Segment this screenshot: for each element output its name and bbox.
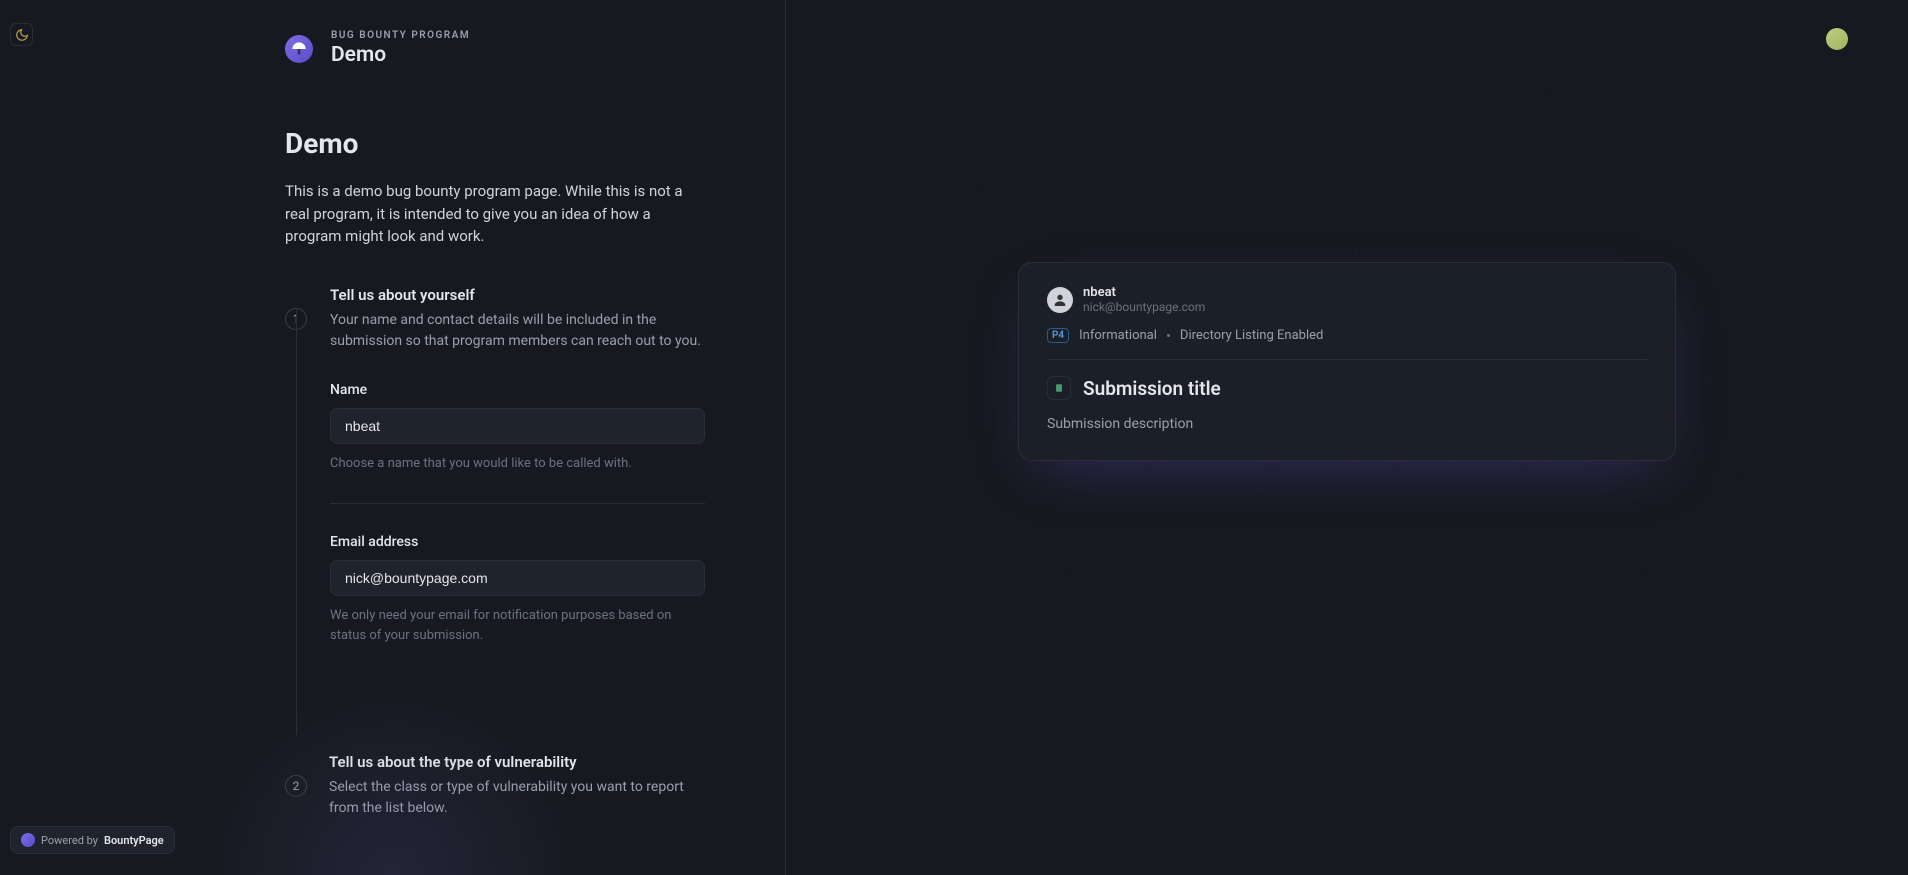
program-eyebrow: BUG BOUNTY PROGRAM	[331, 30, 470, 41]
step-2: 2 Tell us about the type of vulnerabilit…	[285, 775, 705, 849]
email-label: Email address	[330, 534, 705, 550]
preview-meta-row: P4 Informational Directory Listing Enabl…	[1047, 328, 1647, 343]
bountypage-logo-icon	[21, 833, 35, 847]
email-input[interactable]	[330, 560, 705, 596]
page-description: This is a demo bug bounty program page. …	[285, 180, 705, 248]
priority-label: Informational	[1079, 328, 1157, 343]
listing-status: Directory Listing Enabled	[1180, 328, 1323, 343]
step-1-description: Your name and contact details will be in…	[330, 310, 705, 352]
document-icon	[1047, 376, 1071, 400]
name-label: Name	[330, 382, 705, 398]
step-1-title: Tell us about yourself	[330, 286, 705, 304]
preview-title: Submission title	[1083, 377, 1221, 400]
program-logo-icon	[285, 35, 313, 63]
preview-title-row: Submission title	[1047, 376, 1647, 400]
step-1: 1 Tell us about yourself Your name and c…	[285, 308, 705, 736]
page-title: Demo	[285, 127, 705, 160]
preview-description: Submission description	[1047, 416, 1647, 432]
name-field-group: Name Choose a name that you would like t…	[330, 382, 705, 474]
step-2-title: Tell us about the type of vulnerability	[329, 753, 705, 771]
step-2-description: Select the class or type of vulnerabilit…	[329, 777, 705, 819]
preview-user-email: nick@bountypage.com	[1083, 300, 1205, 314]
separator-dot	[1167, 334, 1170, 337]
powered-by-link[interactable]: Powered by BountyPage	[10, 826, 175, 854]
program-header: BUG BOUNTY PROGRAM Demo	[285, 30, 705, 67]
email-field-group: Email address We only need your email fo…	[330, 534, 705, 645]
preview-avatar-icon	[1047, 287, 1073, 313]
preview-header: nbeat nick@bountypage.com	[1047, 285, 1647, 314]
user-avatar-button[interactable]	[1826, 28, 1848, 50]
preview-panel: nbeat nick@bountypage.com P4 Information…	[786, 0, 1908, 875]
preview-divider	[1047, 359, 1647, 360]
program-title: Demo	[331, 43, 470, 67]
name-help-text: Choose a name that you would like to be …	[330, 454, 705, 474]
form-panel: BUG BOUNTY PROGRAM Demo Demo This is a d…	[0, 0, 786, 875]
email-help-text: We only need your email for notification…	[330, 606, 705, 645]
powered-by-prefix: Powered by	[41, 834, 98, 847]
preview-user-name: nbeat	[1083, 285, 1205, 300]
submission-preview-card: nbeat nick@bountypage.com P4 Information…	[1018, 262, 1676, 461]
powered-by-brand: BountyPage	[104, 834, 164, 847]
priority-badge: P4	[1047, 328, 1069, 343]
name-input[interactable]	[330, 408, 705, 444]
field-divider	[330, 503, 705, 504]
